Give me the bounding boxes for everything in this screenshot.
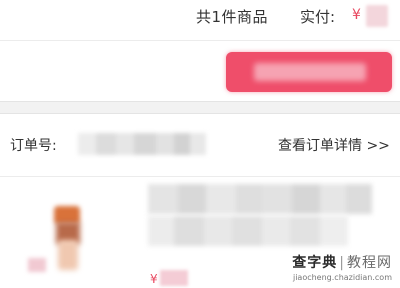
product-price-blurred: [160, 270, 188, 286]
product-spec-blurred: [148, 216, 348, 246]
watermark-brand-right: 教程网: [347, 255, 392, 271]
divider: [0, 40, 400, 41]
order-number-blurred: [78, 133, 206, 155]
order-number-label: 订单号:: [10, 138, 57, 154]
watermark-brand-left: 查字典: [292, 255, 338, 271]
order-summary-row: 共1件商品 实付: ¥: [0, 0, 400, 38]
item-count-text: 共1件商品: [196, 8, 269, 26]
watermark-brand: 查字典 | 教程网: [292, 252, 392, 272]
action-button-label-blurred: [254, 63, 366, 81]
product-badge-blurred: [28, 258, 46, 272]
order-number-row: 订单号: 查看订单详情 >>: [0, 114, 400, 176]
product-thumbnail[interactable]: [50, 196, 86, 272]
section-separator: [0, 101, 400, 114]
product-price-currency: ¥: [150, 272, 158, 286]
watermark: 查字典 | 教程网 jiaocheng.chazidian.com: [292, 252, 392, 282]
paid-amount-label: 实付:: [300, 8, 336, 26]
view-order-details-link[interactable]: 查看订单详情 >>: [278, 135, 390, 155]
order-action-button[interactable]: [226, 52, 392, 92]
divider: [0, 176, 400, 177]
paid-amount-blurred: [366, 5, 388, 27]
product-title-blurred[interactable]: [148, 184, 372, 214]
watermark-separator: |: [339, 255, 345, 271]
watermark-url: jiaocheng.chazidian.com: [292, 273, 392, 282]
currency-symbol: ¥: [352, 7, 361, 23]
